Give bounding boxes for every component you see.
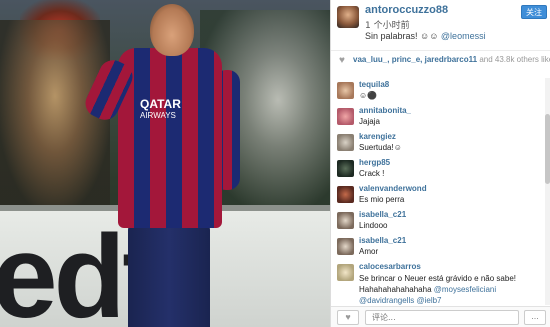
like-button[interactable]: ♥ (337, 310, 359, 325)
likes-row: ♥ vaa_luu_, princ_e, jaredrbarco11 and 4… (331, 50, 550, 70)
comment-bar: ♥ ... (331, 306, 550, 327)
comment-item: tequila8 ☺⚫ (331, 78, 545, 104)
jersey-sponsor: QATAR AIRWAYS (140, 98, 181, 122)
sponsor-line-1: QATAR (140, 97, 181, 111)
scrollbar-thumb[interactable] (545, 114, 550, 184)
follow-button[interactable]: 关注 (521, 5, 547, 19)
comment-item: isabella_c21 Lindooo (331, 208, 545, 234)
comment-text: Crack ! (359, 169, 385, 178)
likers-list[interactable]: vaa_luu_, princ_e, jaredrbarco11 (353, 55, 477, 64)
comment-text: Se brincar o Neuer está grávido e não sa… (359, 273, 541, 305)
comment-username[interactable]: tequila8 (359, 80, 389, 89)
post-caption: Sin palabras! ☺☺ @leomessi (365, 31, 486, 41)
comment-text: Amor (359, 247, 379, 256)
player-head (150, 4, 194, 56)
comment-text: Es mio perra (359, 195, 405, 204)
commenter-avatar[interactable] (337, 108, 354, 125)
comments-scrollbar[interactable] (545, 78, 550, 305)
sponsor-line-2: AIRWAYS (140, 111, 176, 120)
comment-username[interactable]: hergp85 (359, 158, 390, 167)
player-jersey (118, 48, 222, 228)
commenter-avatar[interactable] (337, 160, 354, 177)
comment-item: annitabonita_ Jajaja (331, 104, 545, 130)
comment-username[interactable]: calocesarbarros (359, 262, 421, 271)
commenter-avatar[interactable] (337, 186, 354, 203)
comment-text: Lindooo (359, 221, 388, 230)
post-time: 1 个小时前 (365, 21, 410, 31)
comments-list: tequila8 ☺⚫ annitabonita_ Jajaja karengi… (331, 78, 545, 305)
comment-username[interactable]: valenvanderwond (359, 184, 427, 193)
post-sidebar: antoroccuzzo88 1 个小时前 Sin palabras! ☺☺ @… (330, 0, 550, 327)
comment-item: valenvanderwond Es mio perra (331, 182, 545, 208)
commenter-avatar[interactable] (337, 82, 354, 99)
caption-text: Sin palabras! ☺☺ (365, 31, 441, 41)
comment-item: hergp85 Crack ! (331, 156, 545, 182)
heart-icon: ♥ (345, 312, 351, 322)
owner-username[interactable]: antoroccuzzo88 (365, 4, 448, 16)
comment-text: Jajaja (359, 117, 380, 126)
likes-count: and 43.8k others like this. (479, 55, 550, 64)
owner-avatar[interactable] (337, 6, 359, 28)
comment-username[interactable]: annitabonita_ (359, 106, 411, 115)
post-photo[interactable]: edf QATAR AIRWAYS (0, 0, 330, 327)
commenter-avatar[interactable] (337, 264, 354, 281)
comment-text: ☺⚫ (359, 91, 378, 100)
caption-mention[interactable]: @leomessi (441, 31, 486, 41)
comment-item: isabella_c21 Amor (331, 234, 545, 260)
commenter-avatar[interactable] (337, 212, 354, 229)
comment-input[interactable] (365, 310, 519, 325)
more-options-button[interactable]: ... (524, 310, 546, 325)
comment-username[interactable]: isabella_c21 (359, 236, 406, 245)
comment-text: Suertuda!☺ (359, 143, 402, 152)
comment-username[interactable]: isabella_c21 (359, 210, 406, 219)
comment-item: karengiez Suertuda!☺ (331, 130, 545, 156)
comment-username[interactable]: karengiez (359, 132, 396, 141)
post-header: antoroccuzzo88 1 个小时前 Sin palabras! ☺☺ @… (331, 0, 550, 48)
comment-item: calocesarbarros Se brincar o Neuer está … (331, 260, 545, 305)
likes-text: vaa_luu_, princ_e, jaredrbarco11 and 43.… (353, 55, 550, 64)
heart-icon: ♥ (339, 55, 345, 66)
commenter-avatar[interactable] (337, 134, 354, 151)
commenter-avatar[interactable] (337, 238, 354, 255)
player-shorts (128, 222, 210, 327)
